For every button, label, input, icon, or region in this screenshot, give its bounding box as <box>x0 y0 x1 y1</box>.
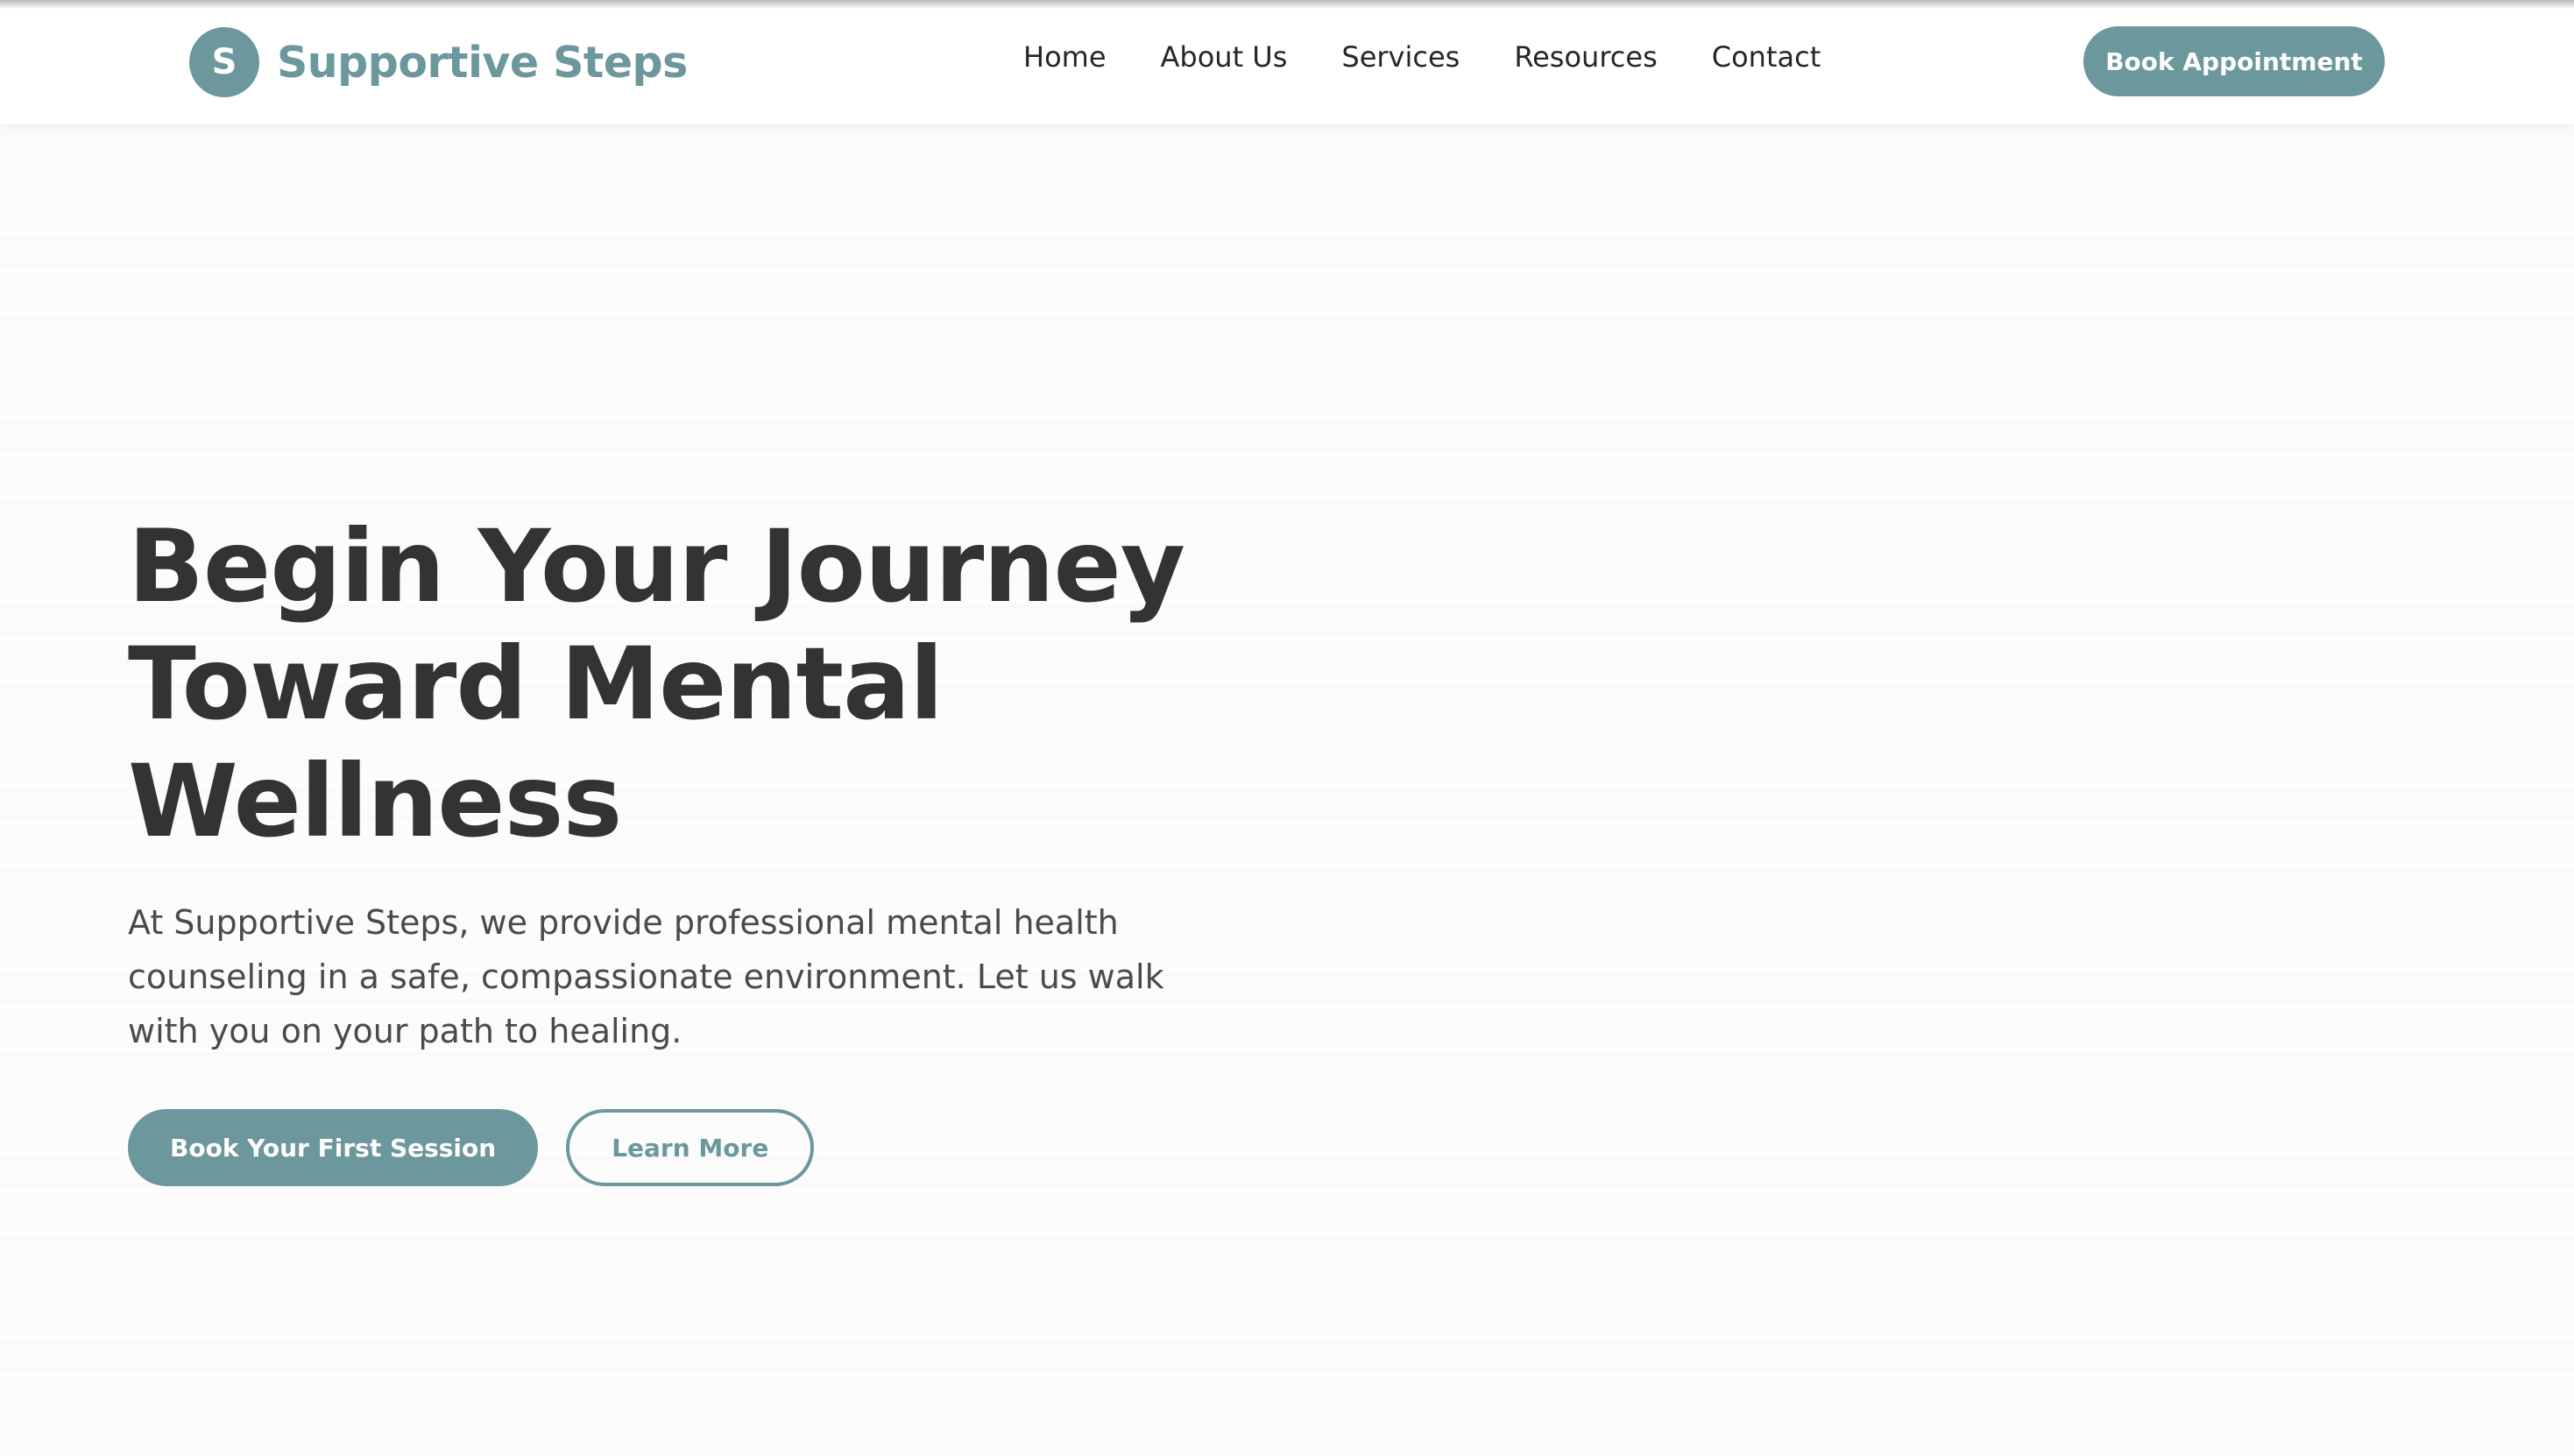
nav-item-contact[interactable]: Contact <box>1712 40 1821 74</box>
nav-item-home[interactable]: Home <box>1023 40 1107 74</box>
brand-mark-icon: S <box>189 27 259 97</box>
top-edge-shadow <box>0 0 2574 9</box>
book-first-session-button[interactable]: Book Your First Session <box>128 1109 539 1186</box>
nav-item-about-us[interactable]: About Us <box>1161 40 1288 74</box>
hero-description: At Supportive Steps, we provide professi… <box>128 903 1164 1050</box>
hero-title-line-2: Toward Mental <box>128 626 944 742</box>
main-nav: Home About Us Services Resources Contact <box>1023 40 1821 74</box>
nav-item-resources[interactable]: Resources <box>1514 40 1657 74</box>
book-appointment-button[interactable]: Book Appointment <box>2083 26 2385 96</box>
brand-logo-link[interactable]: S Supportive Steps <box>189 26 688 98</box>
brand-name: Supportive Steps <box>277 37 688 88</box>
nav-item-services[interactable]: Services <box>1341 40 1460 74</box>
hero-title-line-3: Wellness <box>128 743 622 859</box>
site-header: S Supportive Steps Home About Us Service… <box>0 0 2574 124</box>
hero-section: Begin Your Journey Toward Mental Wellnes… <box>128 508 1223 1186</box>
hero-title-line-1: Begin Your Journey <box>128 508 1185 625</box>
learn-more-button[interactable]: Learn More <box>566 1109 815 1186</box>
hero-title: Begin Your Journey Toward Mental Wellnes… <box>128 508 1223 860</box>
page: S Supportive Steps Home About Us Service… <box>0 0 2574 1456</box>
hero-actions: Book Your First Session Learn More <box>128 1109 1223 1186</box>
